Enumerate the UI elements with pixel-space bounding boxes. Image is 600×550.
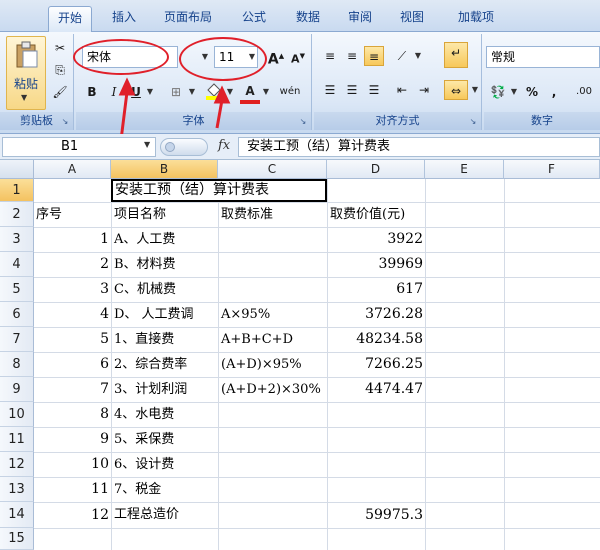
- row-header[interactable]: 8: [0, 352, 34, 377]
- cell-a10[interactable]: 8: [34, 402, 109, 427]
- column-header[interactable]: C: [218, 160, 327, 179]
- formula-value: 安装工预（结）算计费表: [247, 139, 391, 154]
- cell-b10[interactable]: 4、水电费: [114, 402, 174, 427]
- cell-a3[interactable]: 1: [34, 227, 109, 252]
- cell-c9[interactable]: (A+D+2)×30%: [221, 377, 321, 402]
- row-header[interactable]: 10: [0, 402, 34, 427]
- name-box-dropdown-icon[interactable]: ▼: [144, 140, 150, 149]
- cell-b9[interactable]: 3、计划利润: [114, 377, 187, 402]
- formula-bar: B1 ▼ fx 安装工预（结）算计费表: [0, 134, 600, 160]
- column-header[interactable]: A: [34, 160, 111, 179]
- column-header[interactable]: F: [504, 160, 600, 179]
- cell-a9[interactable]: 7: [34, 377, 109, 402]
- row-header[interactable]: 3: [0, 227, 34, 252]
- row-header[interactable]: 13: [0, 477, 34, 502]
- row-header[interactable]: 1: [0, 179, 34, 202]
- cell-d3[interactable]: 3922: [327, 227, 423, 252]
- gridline: [425, 179, 426, 550]
- cell-d5[interactable]: 617: [327, 277, 423, 302]
- cell-b1[interactable]: 安装工预（结）算计费表: [115, 179, 269, 202]
- cell-a6[interactable]: 4: [34, 302, 109, 327]
- row-header[interactable]: 15: [0, 528, 34, 550]
- column-header[interactable]: E: [425, 160, 504, 179]
- cell-d2[interactable]: 取费价值(元): [330, 202, 405, 227]
- cell-a7[interactable]: 5: [34, 327, 109, 352]
- cell-a11[interactable]: 9: [34, 427, 109, 452]
- column-header[interactable]: D: [327, 160, 425, 179]
- select-all-corner[interactable]: [0, 160, 34, 179]
- cell-b6[interactable]: D、 人工费调: [114, 302, 194, 327]
- row-header[interactable]: 9: [0, 377, 34, 402]
- cell-a4[interactable]: 2: [34, 252, 109, 277]
- cell-c8[interactable]: (A+D)×95%: [221, 352, 302, 377]
- name-box[interactable]: B1: [2, 137, 156, 157]
- cell-b13[interactable]: 7、税金: [114, 477, 161, 502]
- row-header[interactable]: 12: [0, 452, 34, 477]
- cell-a2[interactable]: 序号: [36, 202, 62, 227]
- cell-b5[interactable]: C、机械费: [114, 277, 176, 302]
- cell-c6[interactable]: A×95%: [221, 302, 270, 327]
- row-header[interactable]: 7: [0, 327, 34, 352]
- cell-a8[interactable]: 6: [34, 352, 109, 377]
- cell-b8[interactable]: 2、综合费率: [114, 352, 187, 377]
- cell-b11[interactable]: 5、采保费: [114, 427, 174, 452]
- formula-input[interactable]: 安装工预（结）算计费表: [238, 137, 600, 157]
- cell-d8[interactable]: 7266.25: [327, 352, 423, 377]
- row-header[interactable]: 14: [0, 502, 34, 528]
- name-box-value: B1: [61, 139, 79, 154]
- annotation-arrow-font-size: [215, 99, 224, 129]
- cell-a5[interactable]: 3: [34, 277, 109, 302]
- row-header[interactable]: 5: [0, 277, 34, 302]
- splitter-dot-icon: [165, 142, 175, 152]
- column-header[interactable]: B: [111, 160, 218, 179]
- row-header[interactable]: 2: [0, 202, 34, 227]
- row-header[interactable]: 6: [0, 302, 34, 327]
- cell-c7[interactable]: A+B+C+D: [221, 327, 293, 352]
- cell-b4[interactable]: B、材料费: [114, 252, 176, 277]
- cell-c2[interactable]: 取费标准: [221, 202, 273, 227]
- insert-function-button[interactable]: fx: [218, 138, 230, 153]
- gridline: [218, 179, 219, 550]
- cell-b2[interactable]: 项目名称: [114, 202, 166, 227]
- cell-d7[interactable]: 48234.58: [327, 327, 423, 352]
- gridline: [34, 528, 600, 529]
- cell-a12[interactable]: 10: [34, 452, 109, 477]
- annotation-arrow-font-name: [119, 91, 129, 141]
- cell-a14[interactable]: 12: [34, 502, 109, 528]
- cell-a13[interactable]: 11: [34, 477, 109, 502]
- row-header[interactable]: 4: [0, 252, 34, 277]
- cell-d4[interactable]: 39969: [327, 252, 423, 277]
- cell-d14[interactable]: 59975.3: [327, 502, 423, 528]
- cell-b14[interactable]: 工程总造价: [114, 502, 179, 528]
- row-header[interactable]: 11: [0, 427, 34, 452]
- cell-d6[interactable]: 3726.28: [327, 302, 423, 327]
- cell-b7[interactable]: 1、直接费: [114, 327, 174, 352]
- annotation-arrowhead-font-size: [213, 85, 231, 104]
- formula-bar-splitter[interactable]: [160, 138, 208, 156]
- cell-b3[interactable]: A、人工费: [114, 227, 175, 252]
- gridline: [504, 179, 505, 550]
- gridline: [111, 179, 112, 550]
- annotation-arrowhead-font-name: [118, 77, 136, 96]
- cell-b12[interactable]: 6、设计费: [114, 452, 174, 477]
- cell-d9[interactable]: 4474.47: [327, 377, 423, 402]
